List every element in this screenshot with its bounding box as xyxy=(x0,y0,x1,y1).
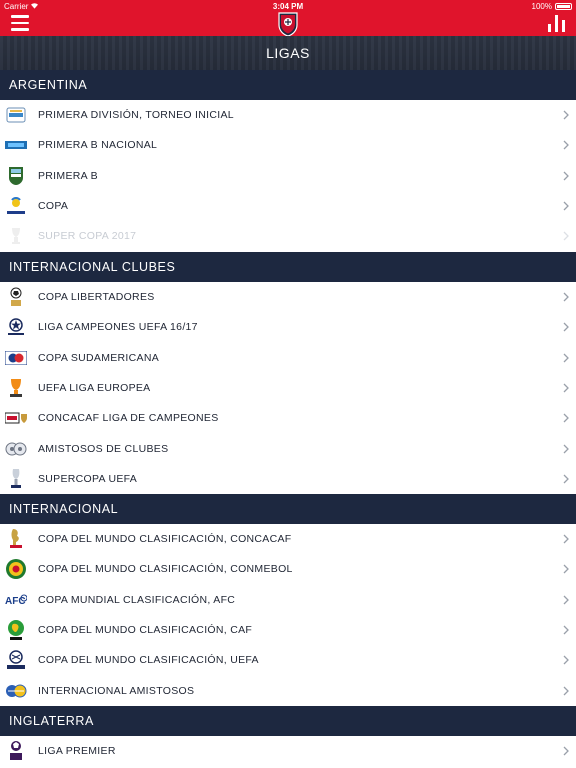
copa-argentina-logo-icon xyxy=(5,195,27,217)
league-label: SUPERCOPA UEFA xyxy=(38,472,138,485)
chevron-right-icon xyxy=(563,383,569,393)
page-title: LIGAS xyxy=(266,45,310,61)
chevron-right-icon xyxy=(563,171,569,181)
league-label: LIGA CAMPEONES UEFA 16/17 xyxy=(38,321,198,334)
league-row[interactable]: COPA LIBERTADORES xyxy=(0,282,576,313)
svg-text:AFC: AFC xyxy=(5,596,26,607)
league-label: LIGA PREMIER xyxy=(38,745,116,757)
league-label: COPA SUDAMERICANA xyxy=(38,351,160,364)
chevron-right-icon xyxy=(563,625,569,635)
section-header-3: INGLATERRA xyxy=(0,706,576,736)
world-cup-logo-icon xyxy=(5,528,27,550)
chevron-right-icon xyxy=(563,474,569,484)
super-copa-logo-icon xyxy=(5,225,27,247)
league-label: INTERNACIONAL AMISTOSOS xyxy=(38,684,195,697)
section-header-1: INTERNACIONAL CLUBES xyxy=(0,252,576,282)
chevron-right-icon xyxy=(563,413,569,423)
league-label: SUPER COPA 2017 xyxy=(38,230,137,243)
league-row[interactable]: PRIMERA B NACIONAL xyxy=(0,130,576,161)
league-row[interactable]: LIGA PREMIER xyxy=(0,736,576,767)
league-label: COPA DEL MUNDO CLASIFICACIÓN, CONMEBOL xyxy=(38,563,293,576)
league-row[interactable]: INTERNACIONAL AMISTOSOS xyxy=(0,675,576,706)
copa-libertadores-logo-icon xyxy=(5,286,27,308)
league-row[interactable]: COPA DEL MUNDO CLASIFICACIÓN, CAF xyxy=(0,614,576,646)
afa-crest-icon xyxy=(5,165,27,187)
league-row[interactable]: COPA DEL MUNDO CLASIFICACIÓN, UEFA xyxy=(0,645,576,676)
league-label: PRIMERA DIVISIÓN, TORNEO INICIAL xyxy=(38,109,234,121)
league-label: PRIMERA B xyxy=(38,169,98,182)
league-row[interactable]: LIGA CAMPEONES UEFA 16/17 xyxy=(0,312,576,343)
league-row[interactable]: UEFA LIGA EUROPEA xyxy=(0,372,576,404)
club-crest-icon xyxy=(278,12,298,37)
copa-sudamericana-logo-icon xyxy=(5,347,27,369)
chevron-right-icon xyxy=(563,231,569,241)
league-label: COPA xyxy=(38,199,69,212)
section-header-0: ARGENTINA xyxy=(0,70,576,100)
league-label: PRIMERA B NACIONAL xyxy=(38,139,158,152)
conmebol-logo-icon xyxy=(5,558,27,580)
chevron-right-icon xyxy=(563,201,569,211)
league-row[interactable]: PRIMERA DIVISIÓN, TORNEO INICIAL xyxy=(0,100,576,131)
battery-icon xyxy=(555,3,572,10)
league-label: COPA MUNDIAL CLASIFICACIÓN, AFC xyxy=(38,593,236,606)
chevron-right-icon xyxy=(563,292,569,302)
league-row[interactable]: CONCACAF LIGA DE CAMPEONES xyxy=(0,403,576,434)
afc-logo-icon: AFC xyxy=(5,589,27,611)
league-label: CONCACAF LIGA DE CAMPEONES xyxy=(38,412,219,425)
club-friendlies-logo-icon xyxy=(5,438,27,460)
league-row[interactable]: COPA DEL MUNDO CLASIFICACIÓN, CONCACAF xyxy=(0,524,576,555)
chevron-right-icon xyxy=(563,655,569,665)
champions-league-logo-icon xyxy=(5,316,27,338)
chevron-right-icon xyxy=(563,534,569,544)
chevron-right-icon xyxy=(563,746,569,756)
page-title-bar: LIGAS xyxy=(0,36,576,70)
league-label: COPA DEL MUNDO CLASIFICACIÓN, UEFA xyxy=(38,654,259,667)
chevron-right-icon xyxy=(563,110,569,120)
league-row[interactable]: AMISTOSOS DE CLUBES xyxy=(0,433,576,464)
primera-b-nacional-logo-icon xyxy=(5,134,27,156)
league-row[interactable]: SUPERCOPA UEFA xyxy=(0,463,576,495)
app-header: Carrier 3:04 PM 100% xyxy=(0,0,576,37)
international-friendlies-logo-icon xyxy=(5,680,27,702)
status-time: 3:04 PM xyxy=(272,2,304,11)
hamburger-menu-icon[interactable] xyxy=(11,15,29,31)
primera-division-logo-icon xyxy=(5,104,27,126)
chevron-right-icon xyxy=(563,353,569,363)
chevron-right-icon xyxy=(563,595,569,605)
league-row[interactable]: COPA DEL MUNDO CLASIFICACIÓN, CONMEBOL xyxy=(0,554,576,585)
league-label: COPA DEL MUNDO CLASIFICACIÓN, CAF xyxy=(38,623,253,636)
league-label: AMISTOSOS DE CLUBES xyxy=(38,442,169,455)
section-header-2: INTERNACIONAL xyxy=(0,494,576,524)
concacaf-champions-logo-icon xyxy=(5,407,27,429)
league-label: COPA DEL MUNDO CLASIFICACIÓN, CONCACAF xyxy=(38,533,292,545)
stats-bars-icon[interactable] xyxy=(548,15,566,32)
league-row[interactable]: AFC COPA MUNDIAL CLASIFICACIÓN, AFC xyxy=(0,584,576,615)
league-row: SUPER COPA 2017 xyxy=(0,221,576,252)
europa-league-logo-icon xyxy=(5,377,27,399)
battery-percent: 100% xyxy=(531,2,552,11)
premier-league-logo-icon xyxy=(5,740,27,762)
league-row[interactable]: PRIMERA B xyxy=(0,160,576,191)
league-row[interactable]: COPA SUDAMERICANA xyxy=(0,342,576,373)
caf-logo-icon xyxy=(5,619,27,641)
chevron-right-icon xyxy=(563,322,569,332)
european-qualifiers-logo-icon xyxy=(5,649,27,671)
league-label: COPA LIBERTADORES xyxy=(38,291,155,303)
uefa-supercup-logo-icon xyxy=(5,468,27,490)
chevron-right-icon xyxy=(563,686,569,695)
chevron-right-icon xyxy=(563,564,569,574)
league-row[interactable]: COPA xyxy=(0,190,576,222)
chevron-right-icon xyxy=(563,444,569,453)
league-label: UEFA LIGA EUROPEA xyxy=(38,381,151,394)
chevron-right-icon xyxy=(563,140,569,150)
